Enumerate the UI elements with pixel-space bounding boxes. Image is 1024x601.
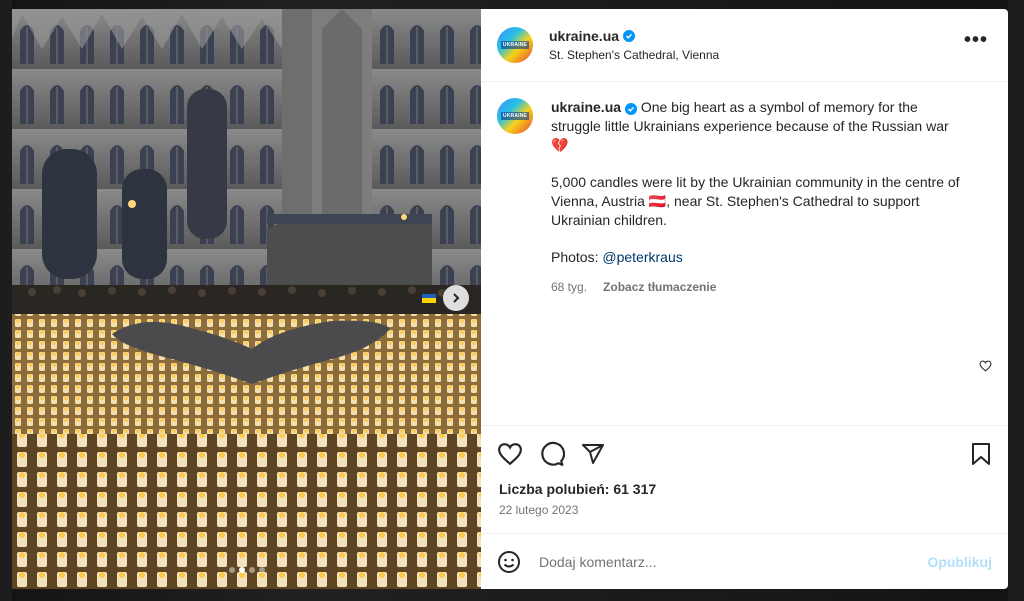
caption-text: ukraine.ua One big heart as a symbol of … xyxy=(551,98,971,297)
comment-input[interactable] xyxy=(537,552,928,571)
post-date[interactable]: 22 lutego 2023 xyxy=(481,497,1008,533)
post-header-text: ukraine.ua St. Stephen's Cathedral, Vien… xyxy=(549,28,719,62)
avatar-logo-text: UKRAINE xyxy=(500,112,530,120)
post-modal: UKRAINE ukraine.ua St. Stephen's Cathedr… xyxy=(12,9,1008,589)
see-translation-button[interactable]: Zobacz tłumaczenie xyxy=(603,278,716,297)
publish-button[interactable]: Opublikuj xyxy=(927,554,992,570)
caption-like-heart-icon[interactable] xyxy=(979,359,992,377)
emoji-icon[interactable] xyxy=(497,550,521,574)
share-icon[interactable] xyxy=(581,442,605,466)
caption-row: UKRAINE ukraine.ua One big heart as a sy… xyxy=(497,98,992,297)
more-options-icon[interactable]: ••• xyxy=(964,30,988,50)
chevron-right-icon xyxy=(453,293,460,303)
verified-badge-icon xyxy=(624,103,637,115)
photos-label: Photos: xyxy=(551,249,599,265)
likes-count[interactable]: Liczba polubień: 61 317 xyxy=(481,481,1008,497)
comment-bar: Opublikuj xyxy=(481,533,1008,589)
carousel-next-button[interactable] xyxy=(443,285,469,311)
caption-line-2: 5,000 candles were lit by the Ukrainian … xyxy=(551,174,960,228)
caption-username[interactable]: ukraine.ua xyxy=(551,99,621,115)
verified-badge-icon xyxy=(623,30,636,42)
carousel-dot[interactable] xyxy=(228,567,235,573)
username-link[interactable]: ukraine.ua xyxy=(549,28,619,44)
caption-avatar[interactable]: UKRAINE xyxy=(497,98,533,134)
comment-icon[interactable] xyxy=(539,441,565,467)
avatar[interactable]: UKRAINE xyxy=(497,27,533,63)
avatar-logo-text: UKRAINE xyxy=(500,41,530,49)
caption-area: UKRAINE ukraine.ua One big heart as a sy… xyxy=(481,82,1008,425)
post-side-panel: UKRAINE ukraine.ua St. Stephen's Cathedr… xyxy=(481,9,1008,589)
cathedral-photo xyxy=(12,9,481,589)
carousel-dot-active[interactable] xyxy=(238,567,245,573)
carousel-dots xyxy=(12,567,481,573)
broken-heart-emoji: 💔 xyxy=(551,137,569,153)
time-ago[interactable]: 68 tyg. xyxy=(551,278,587,297)
photos-credit: Photos: @peterkraus xyxy=(551,248,971,267)
action-bar xyxy=(481,425,1008,481)
caption-meta: 68 tyg. Zobacz tłumaczenie xyxy=(551,278,971,297)
carousel-dot[interactable] xyxy=(248,567,255,573)
carousel-dot[interactable] xyxy=(258,567,265,573)
photographer-mention-link[interactable]: @peterkraus xyxy=(602,249,682,265)
username-row: ukraine.ua xyxy=(549,28,719,44)
bookmark-icon[interactable] xyxy=(970,442,992,466)
heart-icon[interactable] xyxy=(497,442,523,466)
location-link[interactable]: St. Stephen's Cathedral, Vienna xyxy=(549,48,719,62)
post-media xyxy=(12,9,481,589)
post-header: UKRAINE ukraine.ua St. Stephen's Cathedr… xyxy=(481,9,1008,82)
